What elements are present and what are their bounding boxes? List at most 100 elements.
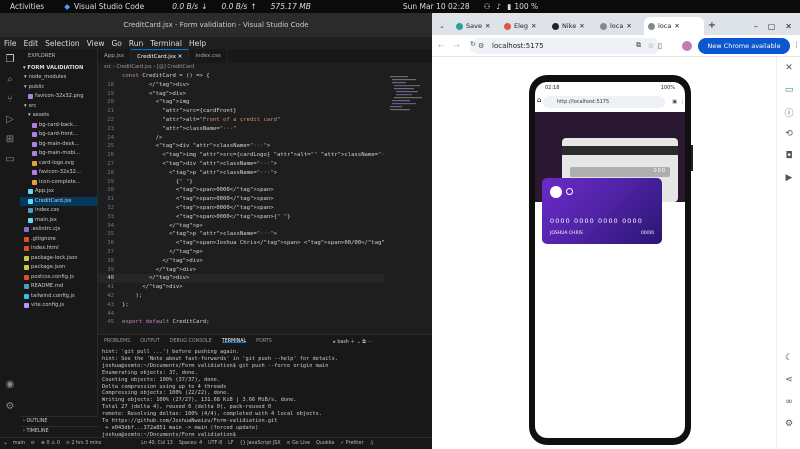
tab-search-button[interactable]: ⌄ [432,17,452,35]
browser-tab[interactable]: Save ✕ [452,17,500,35]
tab-close-icon[interactable]: ✕ [531,22,536,30]
explorer-icon[interactable]: ❐ [0,49,20,69]
battery-icon[interactable]: ▮ [507,2,511,11]
file-tree-item[interactable]: tailwind.config.js [20,292,97,302]
indent-setting[interactable]: Spaces: 4 [179,441,202,446]
menu-item-terminal[interactable]: Terminal [150,39,182,48]
editor-tab[interactable]: index.css [189,49,228,63]
file-tree-item[interactable]: vite.config.js [20,301,97,311]
code-line[interactable]: 36 <"tag">span>Joshua Chris</"tag">span>… [98,239,405,248]
timeline-section[interactable]: › TIMELINE [20,426,98,436]
file-tree-item[interactable]: icon-complete... [20,178,97,188]
settings-gear-icon[interactable]: ⚙ [777,413,800,435]
editor-tab[interactable]: CreditCard.jsx ✕ [131,49,190,63]
code-line[interactable]: 40 </"tag">div> [98,274,384,284]
code-line[interactable]: 28 <"tag">p "attr">className="···"> [98,169,384,178]
go-live-button[interactable]: ⊙ Go Live [287,441,311,446]
code-line[interactable]: 20 <"tag">img [98,98,384,107]
new-tab-button[interactable]: + [704,17,720,35]
prettier-status[interactable]: ✓ Prettier [340,441,363,446]
code-line[interactable]: 32 <"tag">span>0000</"tag">span> [98,204,384,213]
file-tree-item[interactable]: bg-card-back... [20,121,97,131]
code-line[interactable]: 31 <"tag">span>0000</"tag">span> [98,195,384,204]
tab-close-icon[interactable]: ✕ [485,22,490,30]
new-chrome-available-button[interactable]: New Chrome available [698,38,790,54]
code-line[interactable]: 21 "attr">src={cardFront} [98,107,384,116]
code-line[interactable]: 45 export default CreditCard; [98,318,384,327]
file-tree-item[interactable]: .gitignore [20,235,97,245]
menu-item-selection[interactable]: Selection [45,39,80,48]
editor-tab[interactable]: App.jsx [98,49,132,63]
project-folder-header[interactable]: ▾ FORM VALIDIATION [20,63,97,73]
activities-button[interactable]: Activities [10,2,44,11]
quokka-status[interactable]: Quokka [316,441,334,446]
notifications-bell-icon[interactable]: ♫ [369,441,373,446]
panel-tab-terminal[interactable]: TERMINAL [221,339,247,344]
screenshot-icon[interactable]: ◘ [777,145,800,167]
code-line[interactable]: 38 </"tag">div> [98,257,384,266]
account-icon[interactable]: ◉ [0,374,20,394]
language-mode[interactable]: {} JavaScript JSX [240,441,281,446]
file-tree-item[interactable]: ▾ node_modules [20,73,97,83]
file-tree-item[interactable]: bg-main-desk... [20,140,97,150]
code-line[interactable]: 27 <"tag">div "attr">className="···"> [98,160,384,169]
file-tree-item[interactable]: README.md [20,282,97,292]
code-line[interactable]: 30 <"tag">span>0000</"tag">span> [98,186,384,195]
browser-tab[interactable]: loca ✕ [596,17,644,35]
close-panel-icon[interactable]: ✕ [777,57,800,79]
tab-close-icon[interactable]: ✕ [626,22,631,30]
file-tree-item[interactable]: App.jsx [20,187,97,197]
close-window-button[interactable]: ✕ [785,22,792,31]
minimap[interactable] [384,72,432,334]
site-info-icon[interactable]: ⚙ [478,38,484,54]
menu-item-go[interactable]: Go [111,39,121,48]
encoding[interactable]: UTF-8 [208,441,222,446]
git-branch[interactable]: main [13,441,25,446]
browser-tab[interactable]: loca ✕ [644,17,704,35]
search-icon[interactable]: ⌕ [0,69,20,89]
code-line[interactable]: 25 <"tag">div "attr">className="···"> [98,142,384,151]
file-tree-item[interactable]: index.css [20,206,97,216]
terminal-output[interactable]: hint: 'git pull ...') before pushing aga… [98,347,432,441]
browser-tab[interactable]: Nike ✕ [548,17,596,35]
problems-count[interactable]: ⊗ 0 ⚠ 0 [41,441,60,446]
file-tree-item[interactable]: ▾ public [20,83,97,93]
end-of-line[interactable]: LF [228,441,233,446]
code-line[interactable]: 34 </"tag">p> [98,222,384,231]
phone-tabs-icon[interactable]: ▣ [672,96,677,108]
bookmark-star-icon[interactable]: ☆ [648,38,654,54]
link-icon[interactable]: ∞ [777,391,800,413]
extensions-puzzle-icon[interactable]: ⧉ [636,41,641,50]
code-line[interactable]: 41 </"tag">div> [98,283,384,292]
panel-tab-debug-console[interactable]: DEBUG CONSOLE [170,339,212,344]
menu-item-run[interactable]: Run [129,39,143,48]
rotate-icon[interactable]: ⟲ [777,123,800,145]
info-icon[interactable]: ⓘ [777,101,800,123]
file-tree-item[interactable]: favicon-32x32... [20,168,97,178]
code-line[interactable]: 19 <"tag">div> [98,90,384,99]
device-mode-icon[interactable]: ▭ [777,79,800,101]
phone-address-bar[interactable]: http://localhost:5175 ▣ ⋮ [543,96,685,108]
code-line[interactable]: 43}; [98,301,384,310]
split-view-icon[interactable]: ▯ [658,42,662,50]
code-line[interactable]: 26 <"tag">img "attr">src={cardLogo} "att… [98,151,405,160]
code-line[interactable]: 39 </"tag">div> [98,266,384,275]
remote-explorer-icon[interactable]: ▭ [0,149,20,169]
network-icon[interactable]: ⚇ [484,2,491,11]
code-line[interactable]: 24 /> [98,134,384,143]
active-app-name[interactable]: Visual Studio Code [74,2,144,11]
maximize-button[interactable]: ▢ [768,22,776,31]
file-tree-item[interactable]: postcss.config.js [20,273,97,283]
panel-tab-output[interactable]: OUTPUT [140,339,160,344]
clock[interactable]: Sun Mar 10 02:28 [403,2,470,11]
terminal-shell-label[interactable]: ▸ bash ＋ ⌄ ⧉ ⋯ [333,338,372,345]
tab-close-icon[interactable]: ✕ [579,22,584,30]
browser-tab[interactable]: Eleg ✕ [500,17,548,35]
file-tree-item[interactable]: bg-card-front... [20,130,97,140]
code-line[interactable]: const CreditCard = () => { [98,72,384,81]
share-icon[interactable]: ⋖ [777,369,800,391]
file-tree-item[interactable]: package-lock.json [20,254,97,264]
minimize-button[interactable]: – [754,22,758,31]
reload-icon[interactable]: ↻ [470,40,476,48]
dark-mode-icon[interactable]: ☾ [777,347,800,369]
